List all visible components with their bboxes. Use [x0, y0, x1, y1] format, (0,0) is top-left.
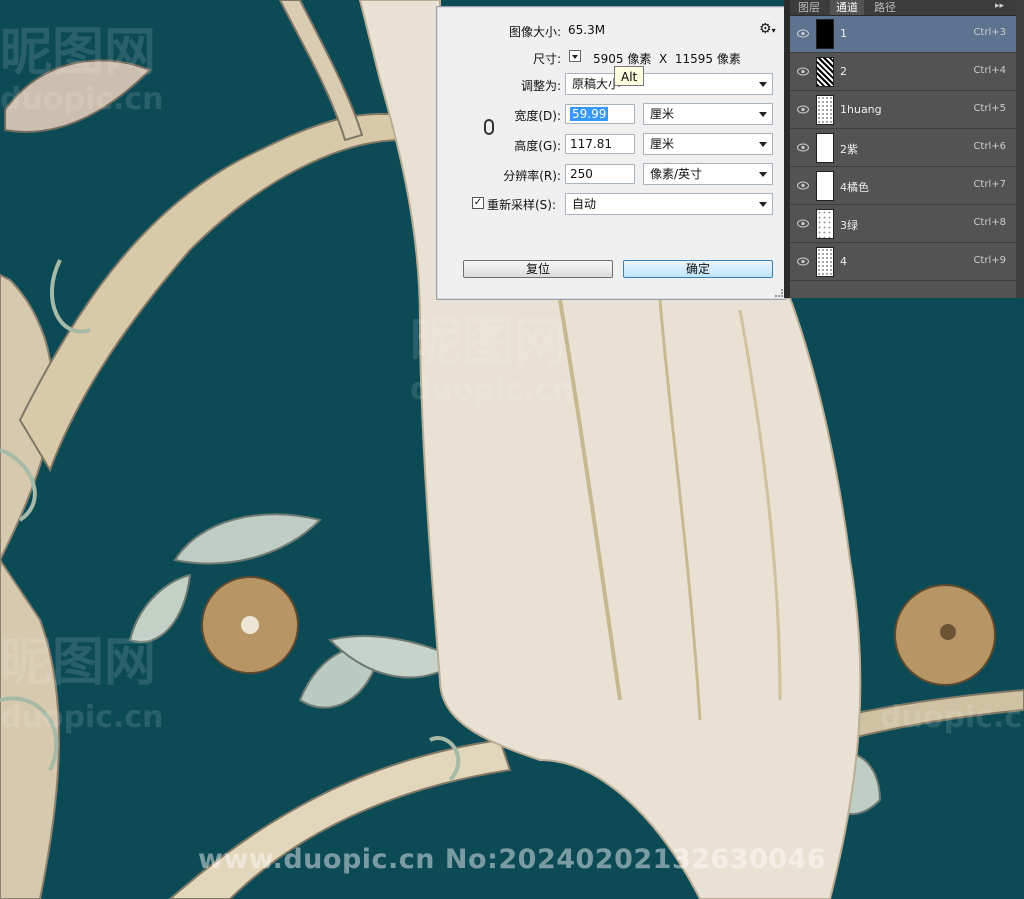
- height-label: 高度(G):: [514, 139, 561, 153]
- resample-checkbox[interactable]: ✓: [472, 197, 484, 209]
- channel-name: 3绿: [840, 219, 858, 232]
- resolution-unit-select[interactable]: 像素/英寸: [643, 163, 773, 185]
- watermark-brand: 昵图网: [0, 633, 157, 693]
- eye-icon[interactable]: [797, 143, 809, 152]
- channel-row[interactable]: 1huang Ctrl+5: [790, 92, 1016, 129]
- width-label: 宽度(D):: [514, 109, 561, 123]
- channel-shortcut: Ctrl+4: [973, 65, 1006, 76]
- image-size-dialog: 图像大小: 65.3M ⚙▾ 尺寸: 5905 像素 X 11595 像素 调整…: [436, 6, 786, 300]
- dimensions-label: 尺寸:: [532, 52, 561, 66]
- width-unit-select[interactable]: 厘米: [643, 103, 773, 125]
- resample-select[interactable]: 自动: [565, 193, 773, 215]
- height-unit-select[interactable]: 厘米: [643, 133, 773, 155]
- dimensions-value: 5905 像素 X 11595 像素: [593, 52, 741, 66]
- channel-shortcut: Ctrl+9: [973, 255, 1006, 266]
- channel-shortcut: Ctrl+5: [973, 103, 1006, 114]
- watermark-site: duopic.cn: [0, 82, 164, 117]
- channel-row[interactable]: 3绿 Ctrl+8: [790, 206, 1016, 243]
- channel-name: 4橘色: [840, 181, 869, 194]
- eye-icon[interactable]: [797, 29, 809, 38]
- width-input[interactable]: 59.99: [565, 104, 635, 124]
- tab-paths[interactable]: 路径: [868, 0, 902, 15]
- channel-thumbnail: [816, 171, 834, 201]
- dimensions-dropdown-icon[interactable]: [569, 50, 581, 62]
- channel-thumbnail: [816, 209, 834, 239]
- panel-edge: [1016, 0, 1024, 298]
- watermark-site: duopic.cn: [410, 372, 574, 407]
- ok-button[interactable]: 确定: [623, 260, 773, 278]
- resize-grip-icon[interactable]: [775, 289, 783, 297]
- eye-icon[interactable]: [797, 105, 809, 114]
- watermark-brand: 昵图网: [0, 23, 157, 83]
- eye-icon[interactable]: [797, 181, 809, 190]
- resolution-input[interactable]: 250: [565, 164, 635, 184]
- fit-to-label: 调整为:: [520, 79, 561, 93]
- channel-shortcut: Ctrl+3: [973, 27, 1006, 38]
- channel-row[interactable]: 1 Ctrl+3: [790, 16, 1016, 53]
- resample-label: 重新采样(S):: [487, 198, 557, 212]
- gear-icon[interactable]: ⚙▾: [759, 21, 776, 37]
- channel-name: 4: [840, 255, 847, 268]
- channel-row[interactable]: 2 Ctrl+4: [790, 54, 1016, 91]
- tab-layers[interactable]: 图层: [792, 0, 826, 15]
- channel-thumbnail: [816, 95, 834, 125]
- branch-arc: [18, 112, 404, 473]
- reset-button[interactable]: 复位: [463, 260, 613, 278]
- branch-top: [278, 0, 364, 142]
- watermark-brand: 昵图网: [410, 313, 567, 373]
- channel-name: 2紫: [840, 143, 858, 156]
- flower-right: [894, 584, 996, 686]
- image-size-value: 65.3M: [568, 23, 606, 37]
- tab-channels[interactable]: 通道: [830, 0, 864, 15]
- eye-icon[interactable]: [797, 257, 809, 266]
- fit-to-select[interactable]: 原稿大小: [565, 73, 773, 95]
- watermark-id: www.duopic.cn No:20240202132630046: [198, 844, 827, 875]
- channel-shortcut: Ctrl+6: [973, 141, 1006, 152]
- watermark-site: duopic.cn: [0, 700, 164, 735]
- channels-panel: 图层 通道 路径 ▸▸ 1 Ctrl+3 2 Ctrl+4 1huang Ctr…: [790, 0, 1016, 298]
- eye-icon[interactable]: [797, 67, 809, 76]
- channel-row[interactable]: 4 Ctrl+9: [790, 244, 1016, 281]
- channel-name: 2: [840, 65, 847, 78]
- image-size-label: 图像大小:: [508, 25, 561, 39]
- channel-name: 1: [840, 27, 847, 40]
- watermark-site: duopic.cn: [880, 700, 1024, 735]
- channel-thumbnail: [816, 57, 834, 87]
- flower-left: [201, 576, 299, 674]
- eye-icon[interactable]: [797, 219, 809, 228]
- channel-thumbnail: [816, 247, 834, 277]
- leaf-1: [173, 513, 322, 565]
- channel-thumbnail: [816, 133, 834, 163]
- panel-tabs: 图层 通道 路径 ▸▸: [790, 0, 1016, 16]
- channel-shortcut: Ctrl+8: [973, 217, 1006, 228]
- panel-collapse-icon[interactable]: ▸▸: [995, 1, 1004, 11]
- channel-row[interactable]: 2紫 Ctrl+6: [790, 130, 1016, 167]
- channel-name: 1huang: [840, 103, 882, 116]
- channel-thumbnail: [816, 19, 834, 49]
- resolution-label: 分辨率(R):: [503, 169, 561, 183]
- channel-row[interactable]: 4橘色 Ctrl+7: [790, 168, 1016, 205]
- height-input[interactable]: 117.81: [565, 134, 635, 154]
- channel-shortcut: Ctrl+7: [973, 179, 1006, 190]
- alt-tooltip: Alt: [614, 66, 645, 86]
